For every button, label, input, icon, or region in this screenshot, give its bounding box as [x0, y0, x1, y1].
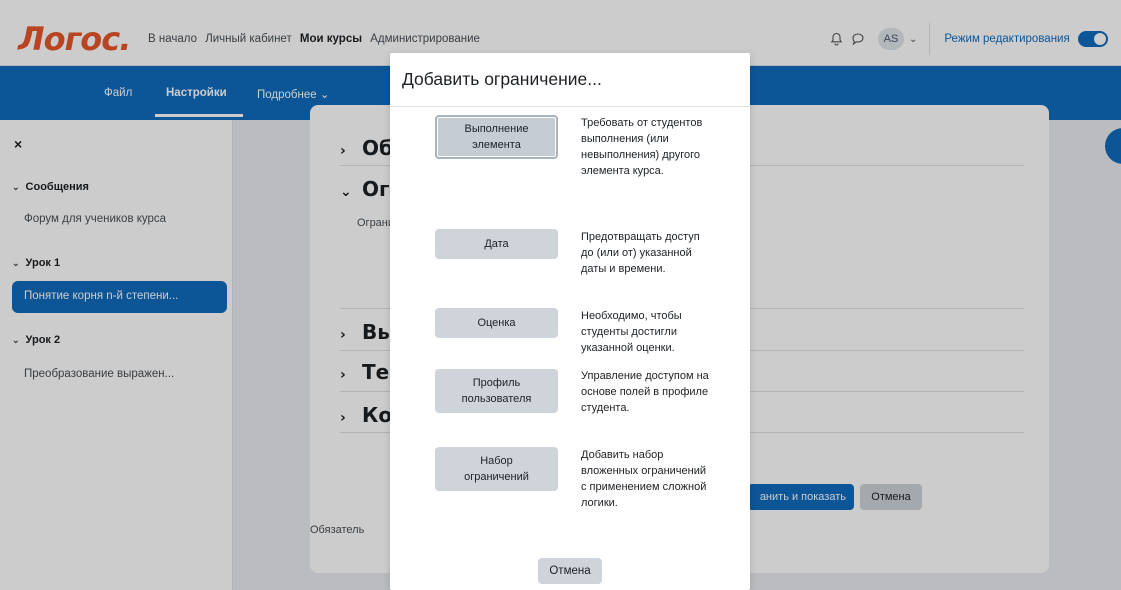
button-label: Набор ограничений: [464, 455, 529, 483]
restriction-date-button[interactable]: Дата: [435, 229, 558, 259]
restriction-activity-completion-button[interactable]: Выполнение элемента: [435, 115, 558, 159]
restriction-user-profile-description: Управление доступом на основе полей в пр…: [581, 370, 709, 414]
button-label: Оценка: [477, 317, 516, 329]
restriction-set-button[interactable]: Набор ограничений: [435, 447, 558, 491]
restriction-date-description: Предотвращать доступ до (или от) указанн…: [581, 231, 700, 275]
restriction-user-profile-button[interactable]: Профиль пользователя: [435, 369, 558, 413]
divider: [390, 106, 750, 107]
restriction-grade-button[interactable]: Оценка: [435, 308, 558, 338]
button-label: Профиль пользователя: [461, 377, 532, 405]
button-label: Дата: [484, 238, 509, 250]
restriction-grade-description: Необходимо, чтобы студенты достигли указ…: [581, 310, 682, 354]
button-label: Выполнение элемента: [464, 123, 529, 151]
restriction-set-description: Добавить набор вложенных ограничений с п…: [581, 449, 707, 509]
restriction-activity-completion-description: Требовать от студентов выполнения (или н…: [581, 117, 703, 177]
dialog-title: Добавить ограничение...: [402, 69, 602, 89]
dialog-cancel-button[interactable]: Отмена: [538, 558, 602, 584]
add-restriction-dialog: Добавить ограничение... Выполнение элеме…: [390, 53, 750, 590]
